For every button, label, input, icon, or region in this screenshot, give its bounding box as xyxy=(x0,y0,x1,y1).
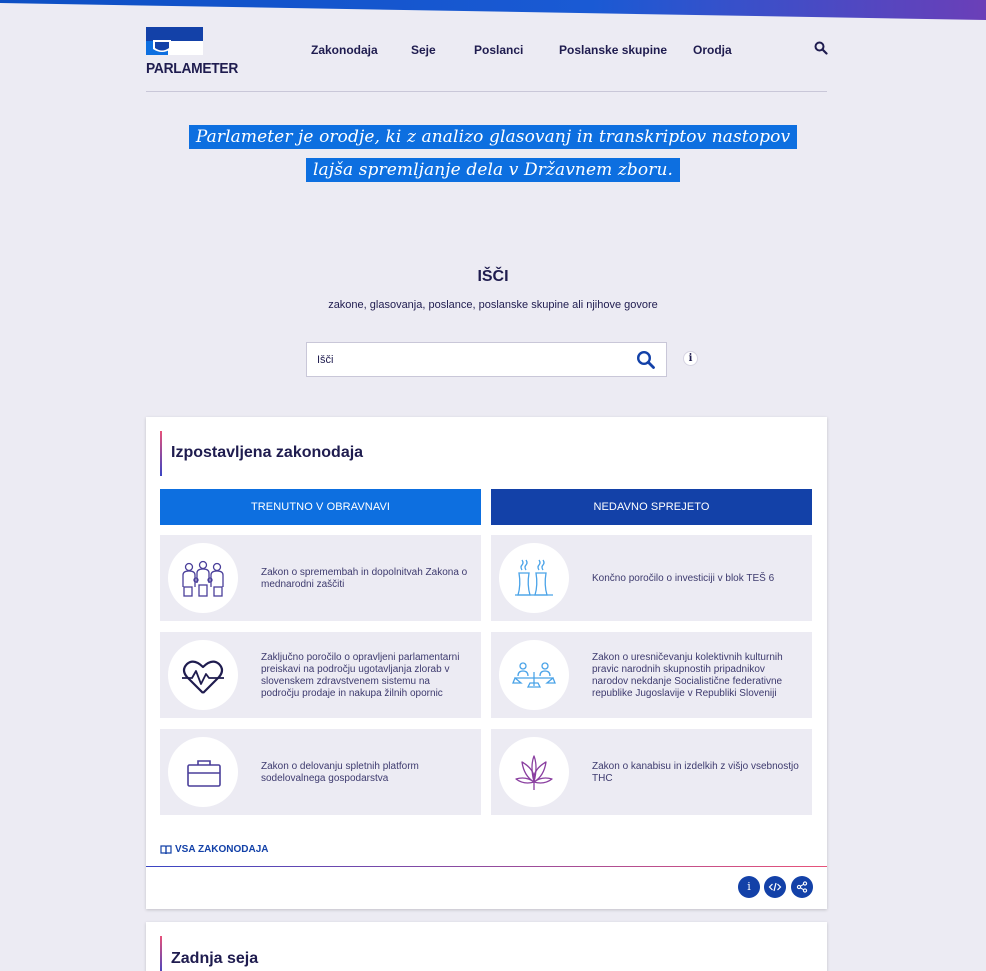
card-accent-bar xyxy=(160,936,162,971)
card-title: Izpostavljena zakonodaja xyxy=(171,444,364,461)
nav-item-zakonodaja[interactable]: Zakonodaja xyxy=(311,43,378,57)
legislation-item-text: Zakon o delovanju spletnih platform sode… xyxy=(261,761,419,784)
legislation-item[interactable]: Zaključno poročilo o opravljeni parlamen… xyxy=(160,632,481,718)
legislation-item-text: Zaključno poročilo o opravljeni parlamen… xyxy=(261,652,460,699)
nav-item-orodja[interactable]: Orodja xyxy=(693,43,732,57)
card-divider xyxy=(146,866,827,867)
embed-button[interactable] xyxy=(764,876,786,898)
code-icon xyxy=(768,882,782,892)
search-input[interactable] xyxy=(307,343,627,376)
legislation-item[interactable]: Zakon o delovanju spletnih platform sode… xyxy=(160,729,481,815)
legislation-item-text: Zakon o spremembah in dopolnitvah Zakona… xyxy=(261,567,468,590)
site-header: PARLAMETER Zakonodaja Seje Poslanci Posl… xyxy=(146,26,828,92)
all-legislation-label: VSA ZAKONODAJA xyxy=(175,844,269,855)
legislation-item[interactable]: Zakon o kanabisu in izdelkih z višjo vse… xyxy=(491,729,812,815)
legislation-item-text: Končno poročilo o investiciji v blok TEŠ… xyxy=(592,573,775,584)
legislation-item-text: Zakon o uresničevanju kolektivnih kultur… xyxy=(592,652,783,699)
book-icon xyxy=(160,845,172,855)
hero-tagline-line2: lajša spremljanje dela v Državnem zboru. xyxy=(305,158,680,182)
power-plant-icon xyxy=(499,543,569,613)
legislation-item[interactable]: Zakon o spremembah in dopolnitvah Zakona… xyxy=(160,535,481,621)
cannabis-leaf-icon xyxy=(499,737,569,807)
tab-trenutno-v-obravnavi[interactable]: TRENUTNO V OBRAVNAVI xyxy=(160,489,481,525)
nav-item-seje[interactable]: Seje xyxy=(411,43,436,57)
top-gradient-stripe xyxy=(0,0,986,20)
hero-tagline-line1: Parlameter je orodje, ki z analizo glaso… xyxy=(188,125,798,149)
people-scale-icon xyxy=(499,640,569,710)
tab-nedavno-sprejeto[interactable]: NEDAVNO SPREJETO xyxy=(491,489,812,525)
legislation-card: Izpostavljena zakonodaja TRENUTNO V OBRA… xyxy=(146,417,827,909)
briefcase-icon xyxy=(168,737,238,807)
legislation-item-text: Zakon o kanabisu in izdelkih z višjo vse… xyxy=(592,761,799,784)
search-icon[interactable] xyxy=(814,41,828,55)
logo-flag-icon xyxy=(146,27,203,55)
share-button[interactable] xyxy=(791,876,813,898)
legislation-item[interactable]: Zakon o uresničevanju kolektivnih kultur… xyxy=(491,632,812,718)
hero-tagline-line2-wrap: lajša spremljanje dela v Državnem zboru. xyxy=(0,158,986,182)
nav-item-poslanske-skupine[interactable]: Poslanske skupine xyxy=(559,43,667,57)
card-accent-bar xyxy=(160,431,162,476)
card-title: Zadnja seja xyxy=(171,950,259,967)
family-icon xyxy=(168,543,238,613)
share-icon xyxy=(796,881,808,893)
logo-text: PARLAMETER xyxy=(146,60,239,77)
search-title: IŠČI xyxy=(477,268,509,285)
logo[interactable]: PARLAMETER xyxy=(146,27,238,77)
search-box xyxy=(306,342,667,377)
last-session-card: Zadnja seja xyxy=(146,922,827,971)
search-info-icon[interactable]: i xyxy=(683,351,698,366)
nav-item-poslanci[interactable]: Poslanci xyxy=(474,43,523,57)
search-submit-icon[interactable] xyxy=(636,350,656,370)
card-info-button[interactable]: i xyxy=(738,876,760,898)
legislation-item[interactable]: Končno poročilo o investiciji v blok TEŠ… xyxy=(491,535,812,621)
hero-tagline-line1-wrap: Parlameter je orodje, ki z analizo glaso… xyxy=(0,125,986,149)
search-subtitle: zakone, glasovanja, poslance, poslanske … xyxy=(328,299,658,311)
heart-pulse-icon xyxy=(168,640,238,710)
